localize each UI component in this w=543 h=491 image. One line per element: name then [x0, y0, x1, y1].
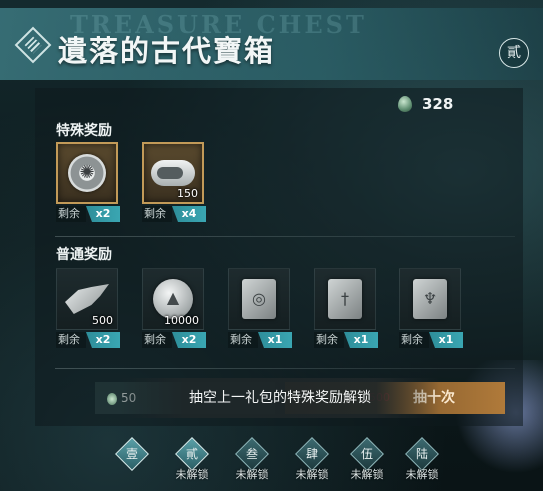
normal-reward-item[interactable]: 剩余 x1 — [399, 268, 463, 348]
page-title: 遺落的古代寶箱 — [58, 34, 276, 68]
silver-feather-icon — [65, 284, 109, 314]
remain-label: 剩余 — [142, 206, 172, 222]
remain-count: x1 — [429, 332, 463, 348]
item-qty: 10000 — [164, 314, 199, 327]
header-emblem-icon — [14, 26, 52, 64]
round-badge-button[interactable]: 貳 — [499, 38, 529, 68]
tab-number: 壹 — [125, 447, 138, 461]
special-reward-item[interactable]: 剩余 x2 — [56, 142, 120, 222]
tome-icon — [328, 279, 362, 319]
tab-6[interactable]: 陆 未解锁 — [397, 436, 447, 486]
unlock-toast: 抽空上一礼包的特殊奖励解锁 — [120, 378, 440, 418]
remain-count: x1 — [344, 332, 378, 348]
normal-reward-item[interactable]: 10000 剩余 x2 — [142, 268, 206, 348]
remain-row: 剩余 x2 — [142, 332, 206, 348]
section-divider — [55, 368, 515, 369]
tab-1[interactable]: 壹 — [107, 436, 157, 486]
remain-label: 剩余 — [56, 332, 86, 348]
remain-count: x1 — [258, 332, 292, 348]
header-banner: TREASURE CHEST 遺落的古代寶箱 貳 — [0, 8, 543, 80]
normal-reward-item[interactable]: 剩余 x1 — [228, 268, 292, 348]
remain-row: 剩余 x1 — [314, 332, 378, 348]
remain-label: 剩余 — [399, 332, 429, 348]
tab-4[interactable]: 肆 未解锁 — [287, 436, 337, 486]
reward-slot — [314, 268, 376, 330]
remain-row: 剩余 x1 — [228, 332, 292, 348]
remain-row: 剩余 x2 — [56, 332, 120, 348]
silver-scroll-icon — [151, 160, 195, 186]
tome-icon — [242, 279, 276, 319]
reward-slot — [56, 142, 118, 204]
special-reward-item[interactable]: 150 剩余 x4 — [142, 142, 206, 222]
tab-5[interactable]: 伍 未解锁 — [342, 436, 392, 486]
tab-state: 未解锁 — [350, 468, 384, 481]
remain-row: 剩余 x2 — [56, 206, 120, 222]
normal-reward-item[interactable]: 500 剩余 x2 — [56, 268, 120, 348]
tab-state: 未解锁 — [235, 468, 269, 481]
tab-number: 叁 — [245, 447, 258, 461]
normal-rewards-title: 普通奖励 — [56, 247, 112, 263]
silver-compass-icon — [68, 154, 106, 192]
remain-label: 剩余 — [56, 206, 86, 222]
reward-slot — [399, 268, 461, 330]
green-gem-icon — [107, 392, 117, 405]
currency-value: 328 — [422, 95, 454, 113]
tab-state: 未解锁 — [175, 468, 209, 481]
item-qty: 150 — [177, 187, 198, 200]
currency-display: 328 — [398, 94, 453, 114]
tab-number: 肆 — [305, 447, 318, 461]
silver-coin-icon — [153, 279, 193, 319]
remain-row: 剩余 x4 — [142, 206, 206, 222]
remain-count: x2 — [86, 332, 120, 348]
reward-slot: 150 — [142, 142, 204, 204]
normal-reward-item[interactable]: 剩余 x1 — [314, 268, 378, 348]
remain-count: x2 — [172, 332, 206, 348]
section-divider — [55, 236, 515, 237]
reward-slot: 500 — [56, 268, 118, 330]
tab-number: 伍 — [360, 447, 373, 461]
item-qty: 500 — [92, 314, 113, 327]
remain-label: 剩余 — [142, 332, 172, 348]
tab-state: 未解锁 — [295, 468, 329, 481]
remain-label: 剩余 — [228, 332, 258, 348]
tab-number: 陆 — [415, 447, 428, 461]
reward-slot: 10000 — [142, 268, 204, 330]
tome-icon — [413, 279, 447, 319]
tab-state: 未解锁 — [405, 468, 439, 481]
reward-slot — [228, 268, 290, 330]
remain-label: 剩余 — [314, 332, 344, 348]
remain-count: x2 — [86, 206, 120, 222]
special-rewards-title: 特殊奖励 — [56, 123, 112, 139]
remain-count: x4 — [172, 206, 206, 222]
remain-row: 剩余 x1 — [399, 332, 463, 348]
tab-2[interactable]: 貳 未解锁 — [167, 436, 217, 486]
tab-number: 貳 — [185, 447, 198, 461]
tab-3[interactable]: 叁 未解锁 — [227, 436, 277, 486]
green-gem-icon — [398, 96, 412, 112]
